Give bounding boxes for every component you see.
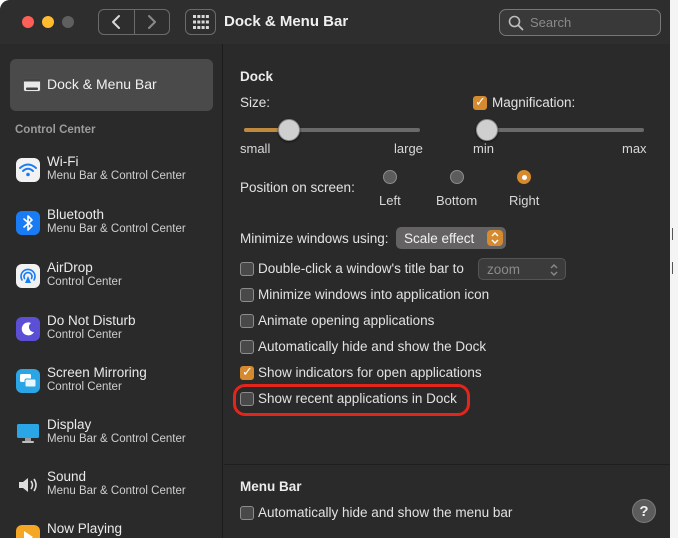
search-field[interactable] bbox=[499, 9, 661, 36]
help-button[interactable]: ? bbox=[632, 499, 656, 523]
position-right-radio[interactable] bbox=[517, 170, 531, 184]
updown-chevron-icon bbox=[487, 230, 503, 246]
chevron-left-icon bbox=[112, 15, 121, 29]
grid-icon bbox=[192, 15, 209, 29]
sidebar-item-airdrop[interactable]: AirDrop Control Center bbox=[16, 258, 216, 302]
display-icon bbox=[16, 421, 40, 445]
minimize-effect-value: Scale effect bbox=[404, 230, 475, 246]
double-click-label: Double-click a window's title bar to bbox=[258, 261, 464, 276]
autohide-dock-checkbox[interactable] bbox=[240, 340, 254, 354]
forward-button[interactable] bbox=[133, 10, 170, 34]
airdrop-icon bbox=[16, 264, 40, 288]
dock-menubar-icon bbox=[23, 78, 41, 95]
section-divider bbox=[224, 464, 670, 465]
bluetooth-icon bbox=[16, 211, 40, 235]
sidebar-item-bluetooth[interactable]: Bluetooth Menu Bar & Control Center bbox=[16, 205, 216, 249]
zoom-window-button[interactable] bbox=[62, 16, 74, 28]
search-icon bbox=[508, 15, 524, 30]
position-bottom-label: Bottom bbox=[436, 193, 478, 208]
magnification-checkbox[interactable] bbox=[473, 95, 487, 110]
sidebar-item-dock-menu-bar[interactable]: Dock & Menu Bar bbox=[10, 59, 213, 111]
sidebar-item-screen-mirroring[interactable]: Screen Mirroring Control Center bbox=[16, 363, 216, 407]
window-title: Dock & Menu Bar bbox=[224, 13, 349, 30]
show-indicators-label: Show indicators for open applications bbox=[258, 365, 482, 380]
magnification-slider[interactable] bbox=[476, 128, 644, 132]
sidebar-section-control-center: Control Center bbox=[15, 124, 96, 136]
position-left-label: Left bbox=[379, 193, 401, 208]
animate-opening-checkbox[interactable] bbox=[240, 314, 254, 328]
navigation-buttons bbox=[98, 9, 170, 35]
minimize-window-button[interactable] bbox=[42, 16, 54, 28]
back-button[interactable] bbox=[99, 10, 134, 34]
position-left-radio[interactable] bbox=[383, 170, 397, 184]
autohide-dock-label: Automatically hide and show the Dock bbox=[258, 339, 487, 354]
autohide-menubar-checkbox[interactable] bbox=[240, 506, 254, 520]
highlight-annotation bbox=[233, 384, 470, 416]
close-window-button[interactable] bbox=[22, 16, 34, 28]
double-click-value: zoom bbox=[487, 261, 521, 277]
double-click-select[interactable]: zoom bbox=[478, 258, 566, 280]
now-playing-icon bbox=[16, 525, 40, 538]
screen-mirroring-icon bbox=[16, 369, 40, 393]
minimize-into-icon-label: Minimize windows into application icon bbox=[258, 287, 490, 302]
size-label: Size: bbox=[240, 95, 271, 110]
show-all-button[interactable] bbox=[185, 9, 216, 35]
autohide-menubar-label: Automatically hide and show the menu bar bbox=[258, 505, 513, 520]
sidebar-item-display[interactable]: Display Menu Bar & Control Center bbox=[16, 415, 216, 459]
speaker-icon bbox=[16, 473, 40, 497]
search-input[interactable] bbox=[530, 15, 650, 30]
magnification-max-label: max bbox=[622, 141, 647, 156]
sidebar-item-sound[interactable]: Sound Menu Bar & Control Center bbox=[16, 467, 216, 511]
size-slider[interactable] bbox=[244, 128, 420, 132]
wifi-icon bbox=[16, 158, 40, 182]
magnification-min-label: min bbox=[473, 141, 494, 156]
double-click-checkbox[interactable] bbox=[240, 262, 254, 276]
background-mark bbox=[672, 262, 676, 274]
position-bottom-radio[interactable] bbox=[450, 170, 464, 184]
chevron-right-icon bbox=[147, 15, 156, 29]
dock-section-title: Dock bbox=[240, 69, 274, 84]
sidebar-item-label: Dock & Menu Bar bbox=[47, 76, 157, 92]
position-right-label: Right bbox=[509, 193, 540, 208]
sidebar-item-wifi[interactable]: Wi-Fi Menu Bar & Control Center bbox=[16, 152, 216, 196]
show-indicators-checkbox[interactable] bbox=[240, 365, 254, 380]
magnification-slider-knob[interactable] bbox=[476, 119, 498, 141]
sidebar: Dock & Menu Bar Control Center Wi-Fi Men… bbox=[0, 44, 223, 538]
background-edge bbox=[670, 0, 678, 538]
magnification-label: Magnification: bbox=[492, 95, 576, 110]
sidebar-item-do-not-disturb[interactable]: Do Not Disturb Control Center bbox=[16, 311, 216, 355]
animate-opening-label: Animate opening applications bbox=[258, 313, 435, 328]
size-min-label: small bbox=[240, 141, 271, 156]
background-mark bbox=[672, 228, 676, 240]
moon-icon bbox=[16, 317, 40, 341]
system-preferences-window: Dock & Menu Bar Dock & Menu Bar Control … bbox=[0, 0, 670, 538]
sidebar-item-now-playing[interactable]: Now Playing bbox=[16, 519, 216, 538]
main-panel: Dock Size: Magnification: small large mi… bbox=[224, 44, 670, 538]
minimize-into-icon-checkbox[interactable] bbox=[240, 288, 254, 302]
size-slider-knob[interactable] bbox=[278, 119, 300, 141]
size-max-label: large bbox=[394, 141, 423, 156]
position-label: Position on screen: bbox=[240, 180, 355, 195]
titlebar: Dock & Menu Bar bbox=[0, 0, 670, 44]
minimize-label: Minimize windows using: bbox=[240, 231, 389, 246]
minimize-effect-select[interactable]: Scale effect bbox=[396, 227, 506, 249]
menubar-section-title: Menu Bar bbox=[240, 479, 302, 494]
updown-chevron-icon bbox=[546, 262, 562, 278]
